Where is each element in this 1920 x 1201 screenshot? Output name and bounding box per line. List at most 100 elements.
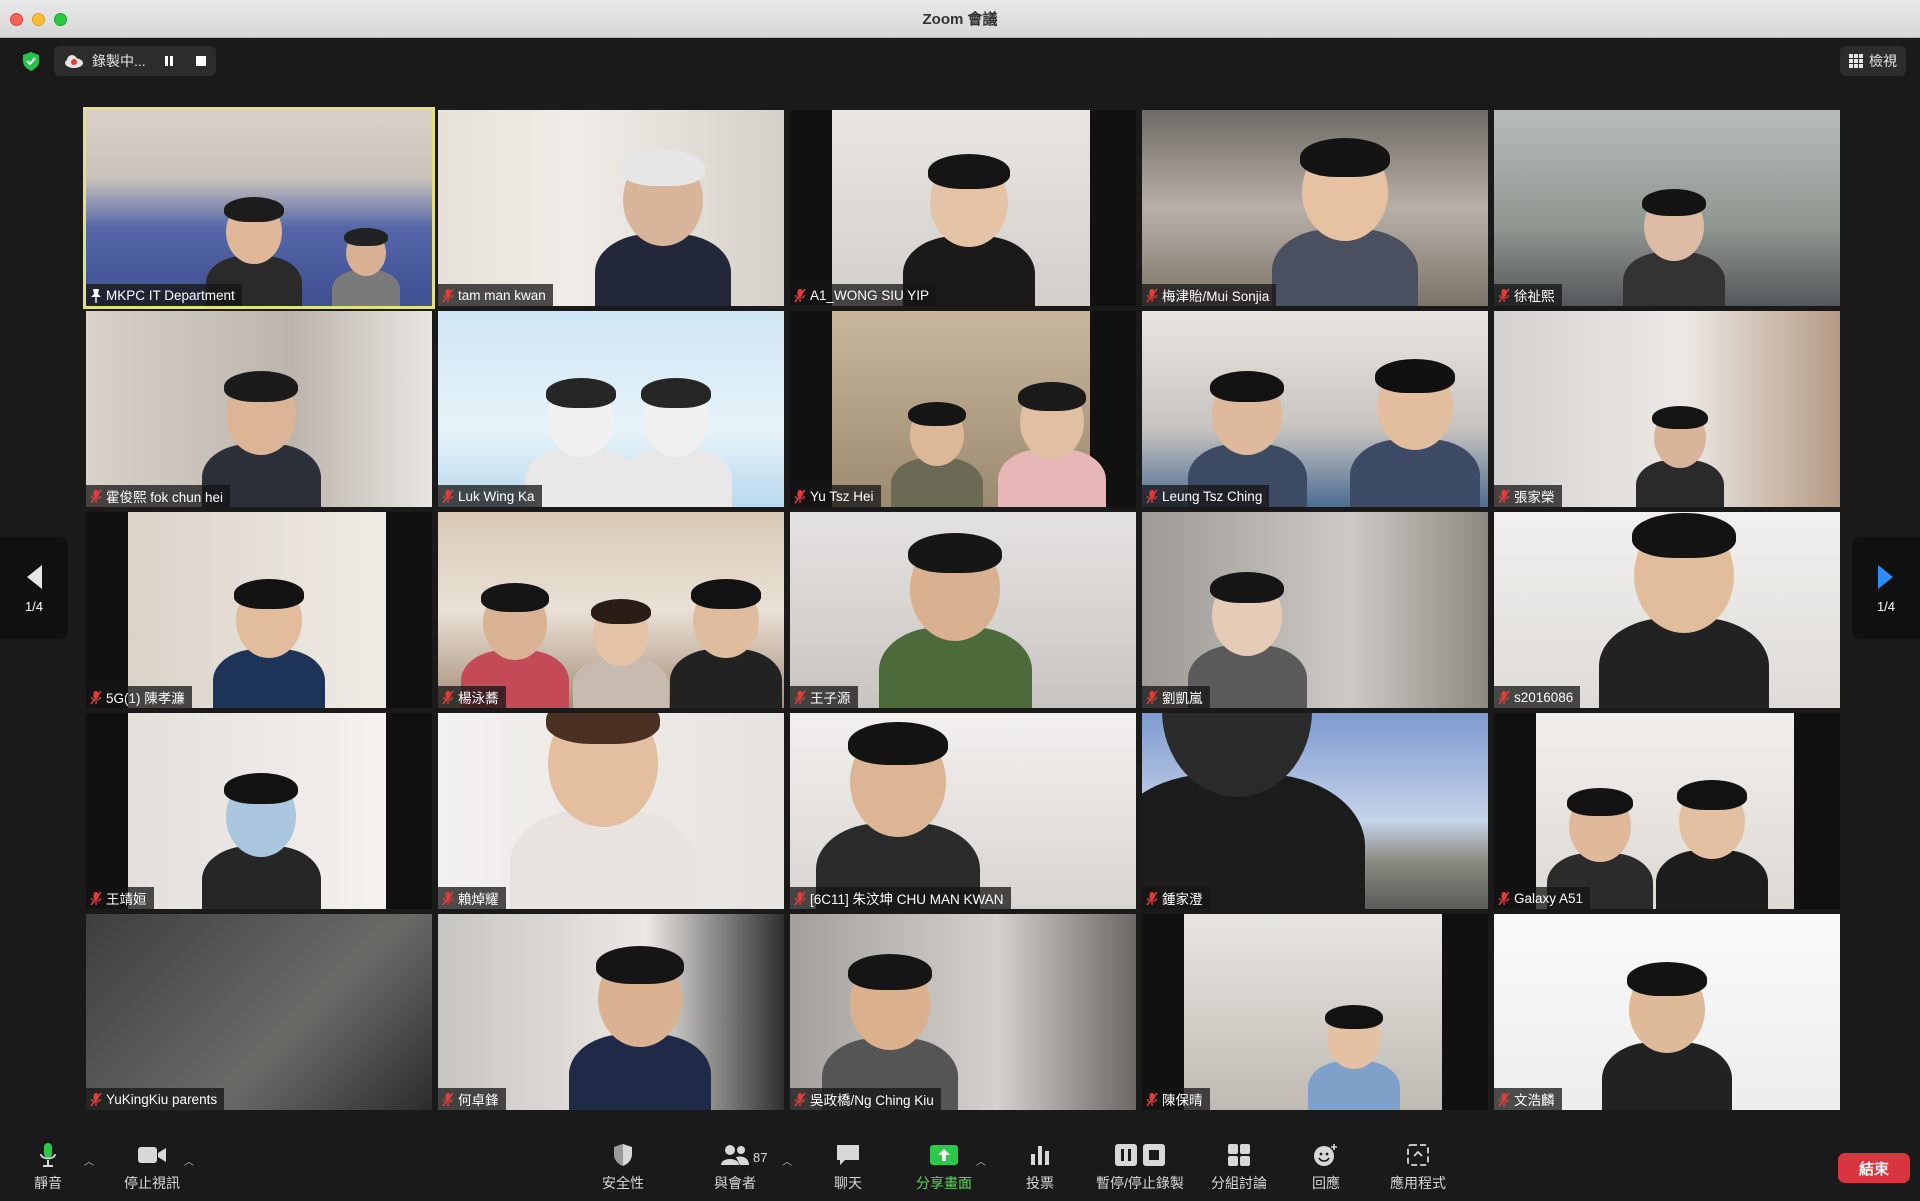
participant-tile[interactable]: 吳政橋/Ng Ching Kiu [790,914,1136,1110]
participant-nameplate: 楊泳蕎 [438,686,506,708]
participant-name: [6C11] 朱汶坤 CHU MAN KWAN [810,892,1004,907]
participant-nameplate: A1_WONG SIU YIP [790,284,937,306]
share-options-caret-icon[interactable]: ︿ [976,1153,986,1168]
breakout-rooms-button[interactable]: 分組討論 [1211,1142,1267,1196]
share-screen-icon [930,1145,958,1165]
participant-nameplate: 何卓鋒 [438,1088,506,1110]
pause-recording-button[interactable] [160,52,178,70]
share-screen-button[interactable]: 分享畫面 [916,1142,972,1196]
pause-stop-recording-button[interactable]: 暫停/停止錄製 [1096,1142,1184,1196]
minimize-window-button[interactable] [32,13,45,26]
muted-mic-icon [1146,1092,1158,1107]
participant-tile[interactable]: 梅津貽/Mui Sonjia [1142,110,1488,306]
mute-button[interactable]: 靜音 [34,1142,62,1196]
participant-name: 5G(1) 陳孝濂 [106,691,185,706]
participant-name: 賴焯耀 [458,892,499,907]
participants-button[interactable]: 與會者 [714,1142,756,1196]
participant-nameplate: 徐祉熙 [1494,284,1562,306]
participant-tile[interactable]: 5G(1) 陳孝濂 [86,512,432,708]
muted-mic-icon [1498,489,1510,504]
participant-tile[interactable]: [6C11] 朱汶坤 CHU MAN KWAN [790,713,1136,909]
participant-nameplate: 鍾家澄 [1142,887,1210,909]
participant-tile[interactable]: YuKingKiu parents [86,914,432,1110]
participant-tile[interactable]: tam man kwan [438,110,784,306]
participant-name: Luk Wing Ka [458,488,535,504]
bar-chart-icon [1031,1146,1049,1165]
participant-tile[interactable]: 張家榮 [1494,311,1840,507]
muted-mic-icon [794,288,806,303]
encryption-shield-icon[interactable] [20,50,42,72]
participant-tile[interactable]: 鍾家澄 [1142,713,1488,909]
participant-tile[interactable]: Luk Wing Ka [438,311,784,507]
participant-tile[interactable]: 霍俊熙 fok chun hei [86,311,432,507]
share-screen-label: 分享畫面 [916,1175,972,1191]
grid-view-icon [1849,54,1863,68]
participants-options-caret-icon[interactable]: ︿ [782,1153,792,1168]
participants-label: 與會者 [714,1175,756,1191]
participant-nameplate: Yu Tsz Hei [790,485,881,507]
participant-tile[interactable]: 文浩麟 [1494,914,1840,1110]
participant-name: 楊泳蕎 [458,691,499,706]
participant-tile[interactable]: 王靖姮 [86,713,432,909]
polls-button[interactable]: 投票 [1026,1142,1054,1196]
participant-tile[interactable]: s2016086 [1494,512,1840,708]
participant-tile[interactable]: Leung Tsz Ching [1142,311,1488,507]
stop-video-label: 停止視訊 [124,1175,180,1191]
participant-tile[interactable]: 賴焯耀 [438,713,784,909]
participant-name: Leung Tsz Ching [1162,488,1263,504]
emoji-smile-icon [1314,1144,1337,1166]
participant-tile[interactable]: 徐祉熙 [1494,110,1840,306]
microphone-icon [40,1143,56,1167]
participant-tile[interactable]: 陳保晴 [1142,914,1488,1110]
participant-tile[interactable]: 何卓鋒 [438,914,784,1110]
participant-tile[interactable]: 劉凱嵐 [1142,512,1488,708]
close-window-button[interactable] [10,13,23,26]
chat-bubble-icon [837,1145,859,1165]
previous-page-button[interactable]: 1/4 [0,537,68,639]
reactions-label: 回應 [1312,1175,1340,1191]
recording-indicator[interactable]: 錄製中... [54,46,216,76]
apps-icon [1407,1144,1429,1166]
muted-mic-icon [1146,690,1158,705]
security-label: 安全性 [602,1175,644,1191]
end-meeting-button[interactable]: 結束 [1838,1153,1910,1183]
reactions-button[interactable]: 回應 [1312,1142,1340,1196]
muted-mic-icon [1498,891,1510,906]
participant-name: 霍俊熙 fok chun hei [106,490,224,505]
security-button[interactable]: 安全性 [602,1142,644,1196]
participant-tile[interactable]: Galaxy A51 [1494,713,1840,909]
muted-mic-icon [442,891,454,906]
chat-button[interactable]: 聊天 [834,1142,862,1196]
muted-mic-icon [794,891,806,906]
pause-recording-icon [1114,1144,1137,1166]
participant-name: 王子源 [810,691,851,706]
recording-label: 錄製中... [92,53,146,69]
muted-mic-icon [90,489,102,504]
stop-recording-button[interactable] [192,52,210,70]
participant-nameplate: MKPC IT Department [86,284,242,306]
next-page-button[interactable]: 1/4 [1852,537,1920,639]
participant-tile[interactable]: MKPC IT Department [83,107,435,309]
participant-tile[interactable]: 楊泳蕎 [438,512,784,708]
pin-icon [90,288,102,303]
muted-mic-icon [794,489,806,504]
participant-nameplate: s2016086 [1494,686,1581,708]
participant-name: 文浩麟 [1514,1093,1555,1108]
participant-nameplate: 吳政橋/Ng Ching Kiu [790,1088,941,1110]
participant-nameplate: 張家榮 [1494,485,1562,507]
muted-mic-icon [1146,489,1158,504]
video-options-caret-icon[interactable]: ︿ [184,1153,194,1168]
participant-nameplate: Galaxy A51 [1494,887,1591,909]
fullscreen-window-button[interactable] [54,13,67,26]
view-button[interactable]: 檢視 [1840,46,1906,76]
apps-button[interactable]: 應用程式 [1390,1142,1446,1196]
stop-video-button[interactable]: 停止視訊 [124,1142,180,1196]
participant-tile[interactable]: Yu Tsz Hei [790,311,1136,507]
apps-label: 應用程式 [1390,1175,1446,1191]
muted-mic-icon [1498,690,1510,705]
participant-tile[interactable]: 王子源 [790,512,1136,708]
audio-options-caret-icon[interactable]: ︿ [84,1153,94,1168]
breakout-rooms-icon [1228,1144,1250,1166]
participant-tile[interactable]: A1_WONG SIU YIP [790,110,1136,306]
muted-mic-icon [442,1092,454,1107]
